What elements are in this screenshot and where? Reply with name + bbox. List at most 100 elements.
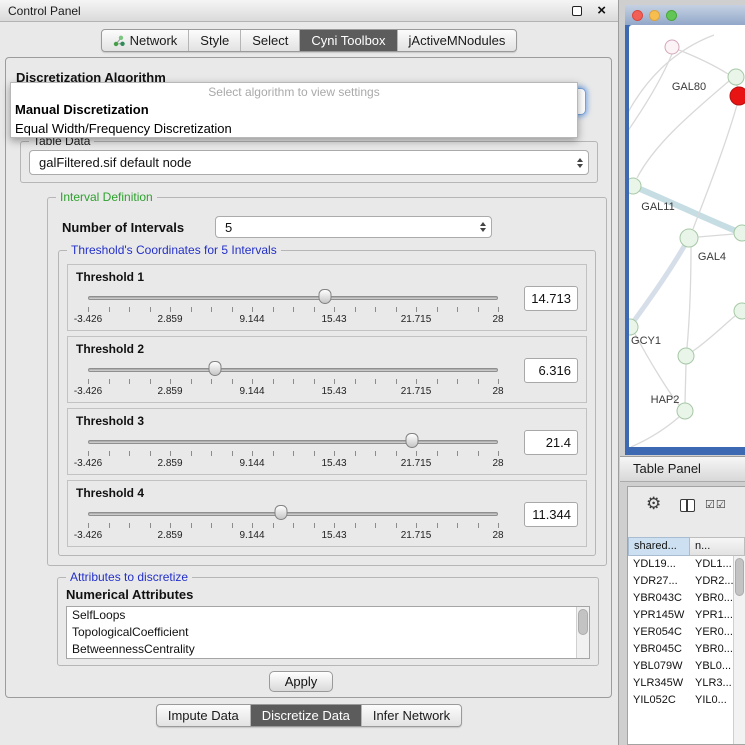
network-node[interactable]: [629, 178, 641, 194]
tab-discretize-data[interactable]: Discretize Data: [250, 705, 361, 726]
slider-track[interactable]: [88, 368, 498, 372]
table-data-combobox[interactable]: galFiltered.sif default node: [29, 150, 589, 175]
tab-label: Impute Data: [168, 708, 239, 723]
close-icon[interactable]: ×: [597, 2, 606, 20]
slider-thumb[interactable]: [405, 433, 418, 448]
scrollbar-thumb[interactable]: [735, 558, 744, 596]
apply-button[interactable]: Apply: [269, 671, 333, 692]
column-header-name[interactable]: n...: [690, 537, 745, 556]
gear-icon[interactable]: ⚙: [646, 494, 661, 514]
table-cell[interactable]: YIL0...: [690, 692, 733, 709]
threshold-slider[interactable]: -3.426 2.859 9.144 15.43 21.715 28: [88, 359, 498, 399]
table-row[interactable]: YBR045CYBR0...: [628, 641, 733, 658]
tab-infer-network[interactable]: Infer Network: [361, 705, 461, 726]
table-row[interactable]: YBL079WYBL0...: [628, 658, 733, 675]
attributes-listbox[interactable]: SelfLoopsTopologicalCoefficientBetweenne…: [66, 606, 590, 659]
network-canvas[interactable]: GAL80 GAL11 GAL4 GCY1 HAP2: [629, 25, 745, 447]
network-node[interactable]: [734, 225, 745, 241]
table-row[interactable]: YLR345WYLR3...: [628, 675, 733, 692]
network-node[interactable]: [677, 403, 693, 419]
table-row[interactable]: YER054CYER0...: [628, 624, 733, 641]
threshold-value-field[interactable]: 6.316: [524, 358, 578, 383]
slider-track[interactable]: [88, 512, 498, 516]
table-cell[interactable]: YIL052C: [628, 692, 690, 709]
threshold-slider[interactable]: -3.426 2.859 9.144 15.43 21.715 28: [88, 503, 498, 543]
table-row[interactable]: YPR145WYPR1...: [628, 607, 733, 624]
tab-jactivemodules[interactable]: jActiveMNodules: [397, 30, 517, 51]
table-cell[interactable]: YDL1...: [690, 556, 733, 573]
slider-thumb[interactable]: [209, 361, 222, 376]
threshold-panel-4: Threshold 4 11.344 -3.426 2.859 9.144 15…: [67, 480, 587, 547]
table-cell[interactable]: YER0...: [690, 624, 733, 641]
table-cell[interactable]: YLR3...: [690, 675, 733, 692]
numerical-attributes-label: Numerical Attributes: [66, 587, 193, 602]
list-scrollbar[interactable]: [576, 607, 589, 658]
network-node[interactable]: [734, 303, 745, 319]
slider-thumb[interactable]: [318, 289, 331, 304]
slider-track[interactable]: [88, 296, 498, 300]
table-cell[interactable]: YDL19...: [628, 556, 690, 573]
tab-impute-data[interactable]: Impute Data: [157, 705, 250, 726]
attribute-list-item[interactable]: BetweennessCentrality: [67, 641, 589, 658]
float-window-icon[interactable]: [572, 6, 582, 16]
tick-mark: [232, 523, 233, 528]
network-node[interactable]: [728, 69, 744, 85]
close-traffic-light-icon[interactable]: [632, 10, 643, 21]
select-columns-icon[interactable]: ☑☑: [705, 498, 727, 511]
table-cell[interactable]: YPR1...: [690, 607, 733, 624]
threshold-value-field[interactable]: 21.4: [524, 430, 578, 455]
table-cell[interactable]: YBR0...: [690, 641, 733, 658]
tick-mark: [273, 523, 274, 528]
node-label: HAP2: [651, 394, 680, 406]
table-row[interactable]: YBR043CYBR0...: [628, 590, 733, 607]
scale-label: 21.715: [401, 314, 432, 325]
network-window-titlebar: [625, 5, 745, 25]
tick-mark: [416, 451, 417, 456]
table-scrollbar[interactable]: [733, 556, 745, 744]
tab-cyni-toolbox[interactable]: Cyni Toolbox: [299, 30, 396, 51]
threshold-slider[interactable]: -3.426 2.859 9.144 15.43 21.715 28: [88, 287, 498, 327]
table-cell[interactable]: YBL0...: [690, 658, 733, 675]
table-cell[interactable]: YBR045C: [628, 641, 690, 658]
column-header-shared-name[interactable]: shared...: [628, 537, 690, 556]
attribute-list-item[interactable]: SelfLoops: [67, 607, 589, 624]
table-row[interactable]: YIL052CYIL0...: [628, 692, 733, 709]
minimize-traffic-light-icon[interactable]: [649, 10, 660, 21]
combo-stepper-icon[interactable]: [572, 158, 588, 168]
table-cell[interactable]: YER054C: [628, 624, 690, 641]
dropdown-option-manual[interactable]: Manual Discretization: [11, 100, 577, 119]
tab-select[interactable]: Select: [240, 30, 299, 51]
tick-mark: [498, 523, 499, 528]
tab-network[interactable]: Network: [102, 30, 189, 51]
scrollbar-thumb[interactable]: [578, 609, 588, 635]
network-edge-thick[interactable]: [631, 238, 689, 325]
table-cell[interactable]: YDR2...: [690, 573, 733, 590]
node-label: GAL11: [641, 201, 674, 213]
network-node[interactable]: [678, 348, 694, 364]
tab-style[interactable]: Style: [188, 30, 240, 51]
table-cell[interactable]: YBL079W: [628, 658, 690, 675]
network-node-selected[interactable]: [730, 87, 745, 105]
tick-mark: [252, 451, 253, 456]
table-row[interactable]: YDL19...YDL1...: [628, 556, 733, 573]
table-cell[interactable]: YLR345W: [628, 675, 690, 692]
table-cell[interactable]: YBR0...: [690, 590, 733, 607]
dropdown-option-equal-width[interactable]: Equal Width/Frequency Discretization: [11, 119, 577, 138]
tick-mark: [396, 379, 397, 384]
attribute-list-item[interactable]: TopologicalCoefficient: [67, 624, 589, 641]
threshold-value-field[interactable]: 14.713: [524, 286, 578, 311]
slider-track[interactable]: [88, 440, 498, 444]
threshold-value-field[interactable]: 11.344: [524, 502, 578, 527]
slider-thumb[interactable]: [274, 505, 287, 520]
threshold-slider[interactable]: -3.426 2.859 9.144 15.43 21.715 28: [88, 431, 498, 471]
number-of-intervals-combobox[interactable]: 5: [215, 216, 492, 238]
network-node[interactable]: [680, 229, 698, 247]
table-cell[interactable]: YPR145W: [628, 607, 690, 624]
combo-stepper-icon[interactable]: [475, 222, 491, 232]
table-cell[interactable]: YDR27...: [628, 573, 690, 590]
table-row[interactable]: YDR27...YDR2...: [628, 573, 733, 590]
zoom-traffic-light-icon[interactable]: [666, 10, 677, 21]
column-settings-icon[interactable]: [680, 499, 695, 512]
network-node[interactable]: [665, 40, 679, 54]
table-cell[interactable]: YBR043C: [628, 590, 690, 607]
